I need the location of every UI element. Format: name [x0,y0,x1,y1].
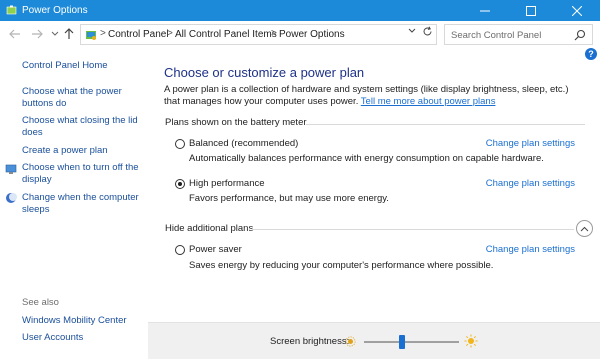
refresh-button[interactable] [420,24,434,38]
minimize-icon [480,10,490,11]
brightness-slider-track[interactable] [364,341,459,343]
plan-desc-power-saver: Saves energy by reducing your computer's… [189,260,494,271]
window-title: Power Options [22,5,88,16]
forward-arrow-icon [32,29,43,39]
group-divider [306,124,585,125]
plan-name-high-performance[interactable]: High performance [189,178,265,189]
page-title: Choose or customize a power plan [164,65,365,80]
sidebar-item-power-buttons[interactable]: Choose what the power buttons do [22,86,144,110]
search-icon[interactable] [574,29,586,41]
up-arrow-icon [64,28,74,39]
see-also-user-accounts[interactable]: User Accounts [22,332,144,344]
breadcrumb-separator-icon: > [167,28,173,39]
sidebar-control-panel-home[interactable]: Control Panel Home [22,60,144,72]
plan-name-power-saver[interactable]: Power saver [189,244,242,255]
minimize-button[interactable] [462,0,508,21]
brightness-label: Screen brightness: [270,336,350,347]
group-divider [252,229,574,230]
main-content: Choose or customize a power plan A power… [148,49,600,359]
control-panel-icon [86,31,96,40]
hide-plans-heading[interactable]: Hide additional plans [165,223,253,234]
change-plan-high-performance-link[interactable]: Change plan settings [486,178,575,189]
see-also-mobility-center[interactable]: Windows Mobility Center [22,315,144,327]
change-plan-balanced-link[interactable]: Change plan settings [486,138,575,149]
recent-locations-button[interactable] [48,27,62,41]
sidebar-item-closing-lid[interactable]: Choose what closing the lid does [22,115,144,139]
plan-radio-high-performance[interactable] [175,179,185,189]
see-also-heading: See also [22,297,59,308]
maximize-icon [526,5,536,16]
breadcrumb-separator-icon: > [100,28,106,39]
breadcrumb-power-options[interactable]: Power Options [279,29,345,41]
plan-radio-balanced[interactable] [175,139,185,149]
back-arrow-icon [9,29,20,39]
search-input[interactable] [451,28,571,42]
back-button[interactable] [8,27,22,41]
plan-desc-high-performance: Favors performance, but may use more ene… [189,193,389,204]
collapse-plans-button[interactable] [576,220,593,237]
display-shield-icon [5,164,17,174]
breadcrumb-control-panel[interactable]: Control Panel [108,29,169,41]
bright-sun-icon [464,334,478,348]
plan-radio-power-saver[interactable] [175,245,185,255]
chevron-down-icon [51,31,59,36]
plan-name-balanced[interactable]: Balanced (recommended) [189,138,298,149]
dim-sun-icon [345,336,356,347]
refresh-icon [423,26,431,35]
search-box[interactable] [444,24,593,45]
sidebar-item-create-plan[interactable]: Create a power plan [22,145,144,157]
address-bar[interactable]: > Control Panel > All Control Panel Item… [80,24,437,45]
brightness-bar: Screen brightness: [148,322,600,359]
moon-icon [6,193,17,203]
plan-desc-balanced: Automatically balances performance with … [189,153,544,164]
chevron-down-icon [408,28,416,33]
sidebar-item-display-off[interactable]: Choose when to turn off the display [22,162,144,186]
forward-button[interactable] [30,27,44,41]
up-button[interactable] [62,27,76,41]
breadcrumb-separator-icon: > [271,28,277,39]
address-row: > Control Panel > All Control Panel Item… [0,21,600,49]
sidebar: Control Panel Home Choose what the power… [0,49,148,359]
close-button[interactable] [554,0,600,21]
learn-more-link[interactable]: Tell me more about power plans [361,96,496,107]
maximize-button[interactable] [508,0,554,21]
brightness-slider-thumb[interactable] [399,335,405,349]
change-plan-power-saver-link[interactable]: Change plan settings [486,244,575,255]
close-icon [572,5,582,16]
title-bar: Power Options [0,0,600,21]
chevron-up-icon [580,226,589,231]
breadcrumb-all-items[interactable]: All Control Panel Items [175,29,277,41]
battery-plans-heading: Plans shown on the battery meter [165,117,307,128]
power-options-icon [6,5,17,15]
intro-text: A power plan is a collection of hardware… [164,84,584,108]
address-history-button[interactable] [406,24,418,38]
sidebar-item-computer-sleeps[interactable]: Change when the computer sleeps [22,192,144,216]
